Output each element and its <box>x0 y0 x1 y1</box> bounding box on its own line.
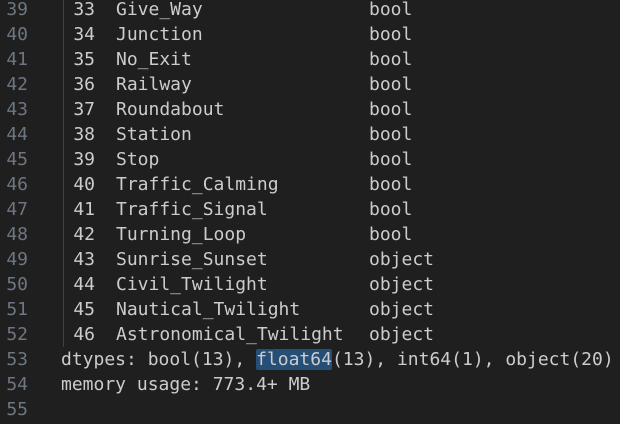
column-name: Stop <box>116 149 160 170</box>
line-number: 49 <box>6 249 28 270</box>
code-line[interactable]: 50 44 Civil_Twilight object <box>0 272 620 297</box>
column-index: 40 <box>73 174 95 195</box>
indent-guide <box>63 47 64 72</box>
column-index: 37 <box>73 99 95 120</box>
code-editor[interactable]: 39 33 Give_Way bool 40 34 Junction bool 41 35 No_E… <box>0 0 620 424</box>
column-index: 42 <box>73 224 95 245</box>
column-dtype: bool <box>369 149 413 170</box>
line-number: 46 <box>6 174 28 195</box>
code-line[interactable]: 51 45 Nautical_Twilight object <box>0 297 620 322</box>
column-name: Astronomical_Twilight <box>116 324 344 345</box>
indent-guide <box>63 197 64 222</box>
column-dtype: object <box>369 249 435 270</box>
column-name: Roundabout <box>116 99 225 120</box>
line-number: 39 <box>6 0 28 20</box>
column-index: 39 <box>73 149 95 170</box>
code-line[interactable]: 47 41 Traffic_Signal bool <box>0 197 620 222</box>
column-dtype: bool <box>369 24 413 45</box>
column-dtype: bool <box>369 124 413 145</box>
column-index: 41 <box>73 199 95 220</box>
code-line[interactable]: 43 37 Roundabout bool <box>0 97 620 122</box>
code-line[interactable]: 52 46 Astronomical_Twilight object <box>0 322 620 347</box>
column-dtype: object <box>369 274 435 295</box>
dtypes-summary-text: dtypes: bool(13), float64(13), int64(1),… <box>61 347 614 372</box>
indent-guide <box>63 272 64 297</box>
indent-guide <box>63 172 64 197</box>
column-name: Sunrise_Sunset <box>116 249 268 270</box>
column-index: 36 <box>73 74 95 95</box>
indent-guide <box>63 0 64 22</box>
line-number: 54 <box>6 374 28 395</box>
line-number: 41 <box>6 49 28 70</box>
column-name: Nautical_Twilight <box>116 299 301 320</box>
column-index: 33 <box>73 0 95 20</box>
column-dtype: bool <box>369 74 413 95</box>
column-dtype: object <box>369 324 435 345</box>
indent-guide <box>63 222 64 247</box>
code-line[interactable]: 41 35 No_Exit bool <box>0 47 620 72</box>
column-name: No_Exit <box>116 49 192 70</box>
line-number: 43 <box>6 99 28 120</box>
column-index: 44 <box>73 274 95 295</box>
code-line[interactable]: 39 33 Give_Way bool <box>0 0 620 22</box>
code-line[interactable]: 49 43 Sunrise_Sunset object <box>0 247 620 272</box>
selected-text-float64[interactable]: float64 <box>256 349 332 370</box>
line-number: 44 <box>6 124 28 145</box>
column-dtype: bool <box>369 49 413 70</box>
line-number: 53 <box>6 349 28 370</box>
column-index: 38 <box>73 124 95 145</box>
column-index: 34 <box>73 24 95 45</box>
line-number: 47 <box>6 199 28 220</box>
column-index: 35 <box>73 49 95 70</box>
code-line[interactable]: 42 36 Railway bool <box>0 72 620 97</box>
line-number: 50 <box>6 274 28 295</box>
code-line[interactable]: 48 42 Turning_Loop bool <box>0 222 620 247</box>
column-dtype: bool <box>369 199 413 220</box>
line-number: 55 <box>6 399 28 420</box>
dtypes-prefix: dtypes: bool(13), <box>61 349 257 370</box>
indent-guide <box>63 147 64 172</box>
indent-guide <box>63 247 64 272</box>
column-dtype: bool <box>369 99 413 120</box>
column-index: 43 <box>73 249 95 270</box>
dtypes-suffix: (13), int64(1), object(20) <box>331 349 614 370</box>
empty-line[interactable]: 55 <box>0 397 620 422</box>
indent-guide <box>63 322 64 347</box>
column-dtype: bool <box>369 0 413 20</box>
column-name: Give_Way <box>116 0 203 20</box>
indent-guide <box>63 297 64 322</box>
line-number: 51 <box>6 299 28 320</box>
column-dtype: bool <box>369 224 413 245</box>
code-line[interactable]: 45 39 Stop bool <box>0 147 620 172</box>
dtypes-summary-line[interactable]: 53 dtypes: bool(13), float64(13), int64(1… <box>0 347 620 372</box>
indent-guide <box>63 122 64 147</box>
code-line[interactable]: 44 38 Station bool <box>0 122 620 147</box>
column-name: Station <box>116 124 192 145</box>
line-number: 48 <box>6 224 28 245</box>
line-number: 52 <box>6 324 28 345</box>
indent-guide <box>63 72 64 97</box>
memory-usage-text: memory usage: 773.4+ MB <box>61 374 311 395</box>
column-name: Turning_Loop <box>116 224 247 245</box>
column-name: Traffic_Calming <box>116 174 279 195</box>
column-name: Junction <box>116 24 203 45</box>
indent-guide <box>63 97 64 122</box>
column-index: 45 <box>73 299 95 320</box>
line-number: 42 <box>6 74 28 95</box>
indent-guide <box>63 22 64 47</box>
column-name: Railway <box>116 74 192 95</box>
memory-usage-line[interactable]: 54 memory usage: 773.4+ MB <box>0 372 620 397</box>
code-line[interactable]: 40 34 Junction bool <box>0 22 620 47</box>
column-dtype: object <box>369 299 435 320</box>
column-dtype: bool <box>369 174 413 195</box>
code-line[interactable]: 46 40 Traffic_Calming bool <box>0 172 620 197</box>
column-index: 46 <box>73 324 95 345</box>
column-name: Traffic_Signal <box>116 199 268 220</box>
line-number: 40 <box>6 24 28 45</box>
line-number: 45 <box>6 149 28 170</box>
column-name: Civil_Twilight <box>116 274 268 295</box>
